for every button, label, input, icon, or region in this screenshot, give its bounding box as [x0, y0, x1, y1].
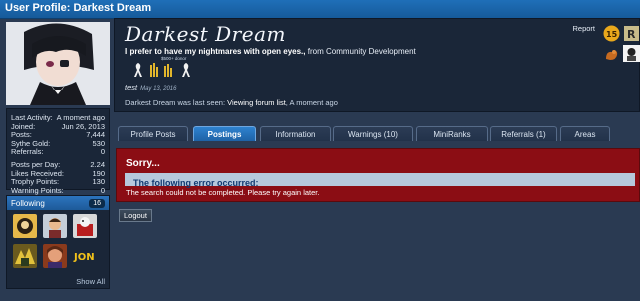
donor-gold-icon — [150, 63, 158, 77]
followed-user-avatar[interactable] — [73, 214, 97, 238]
profile-user-title: I prefer to have my nightmares with open… — [125, 47, 416, 56]
status-date: May 13, 2016 — [140, 86, 177, 92]
character-badge-icon — [623, 45, 640, 62]
error-heading: Sorry... — [126, 158, 160, 169]
svg-text:JON: JON — [73, 252, 95, 263]
tab-profile-posts[interactable]: Profile Posts — [118, 126, 188, 141]
error-title: The following error occurred: — [133, 178, 259, 188]
followed-user-avatar[interactable]: JON — [73, 244, 97, 268]
tab-areas[interactable]: Areas — [560, 126, 610, 141]
followed-user-avatar[interactable] — [43, 244, 67, 268]
status-text: test — [125, 83, 138, 92]
tab-referrals[interactable]: Referrals (1) — [490, 126, 557, 141]
trophy-badge-count: 15 — [606, 30, 618, 39]
profile-username: Darkest Dream — [125, 22, 286, 46]
following-count-badge: 16 — [89, 198, 105, 208]
tab-warnings[interactable]: Warnings (10) — [333, 126, 413, 141]
custom-title: I prefer to have my nightmares with open… — [125, 47, 306, 56]
from-location: Community Development — [325, 47, 416, 56]
stat-value: 0 — [100, 147, 105, 157]
stat-row: Referrals: 0 — [11, 148, 105, 157]
from-prefix: from — [307, 47, 324, 56]
status-message: test May 13, 2016 — [125, 83, 176, 92]
followed-user-avatar[interactable] — [13, 244, 37, 268]
last-seen-time: , A moment ago — [285, 98, 338, 107]
followed-user-avatar[interactable] — [43, 214, 67, 238]
report-link[interactable]: Report — [572, 24, 595, 33]
avatar-image — [6, 22, 110, 105]
following-panel: Following 16 JON Show All — [6, 195, 110, 289]
logout-button[interactable]: Logout — [119, 209, 152, 222]
user-stats: Last Activity: A moment ago Joined: Jun 26… — [6, 108, 110, 194]
last-seen-activity[interactable]: Viewing forum list — [227, 98, 286, 107]
svg-text:R: R — [627, 28, 636, 41]
window-titlebar: User Profile: Darkest Dream — [0, 0, 640, 19]
awareness-ribbon-icon — [134, 63, 142, 77]
squirrel-icon — [606, 50, 618, 60]
trophy-badge-icon[interactable]: 15 — [603, 25, 620, 42]
avatar[interactable] — [6, 22, 110, 105]
profile-header: Darkest Dream I prefer to have my nightm… — [114, 18, 640, 112]
tab-miniranks[interactable]: MiniRanks — [416, 126, 488, 141]
last-seen: Darkest Dream was last seen: Viewing for… — [125, 98, 338, 107]
window-title: User Profile: Darkest Dream — [5, 2, 152, 14]
tab-postings[interactable]: Postings — [193, 126, 256, 141]
stat-label: Referrals: — [11, 147, 44, 157]
error-title-bar: The following error occurred: — [125, 173, 635, 188]
last-seen-prefix: Darkest Dream was last seen: — [125, 98, 226, 107]
error-message: The search could not be completed. Pleas… — [126, 188, 320, 197]
following-title: Following — [11, 198, 45, 208]
show-all-link[interactable]: Show All — [76, 277, 105, 286]
followed-user-avatar[interactable] — [13, 214, 37, 238]
tab-information[interactable]: Information — [260, 126, 331, 141]
following-header: Following 16 — [7, 196, 109, 210]
error-panel: Sorry... The following error occurred: T… — [116, 148, 640, 202]
donor-label: $500+ donor — [161, 56, 187, 61]
donor-gold-icon — [164, 64, 172, 77]
rank-badge-icon: R — [624, 26, 639, 41]
awareness-ribbon-icon — [182, 63, 190, 77]
